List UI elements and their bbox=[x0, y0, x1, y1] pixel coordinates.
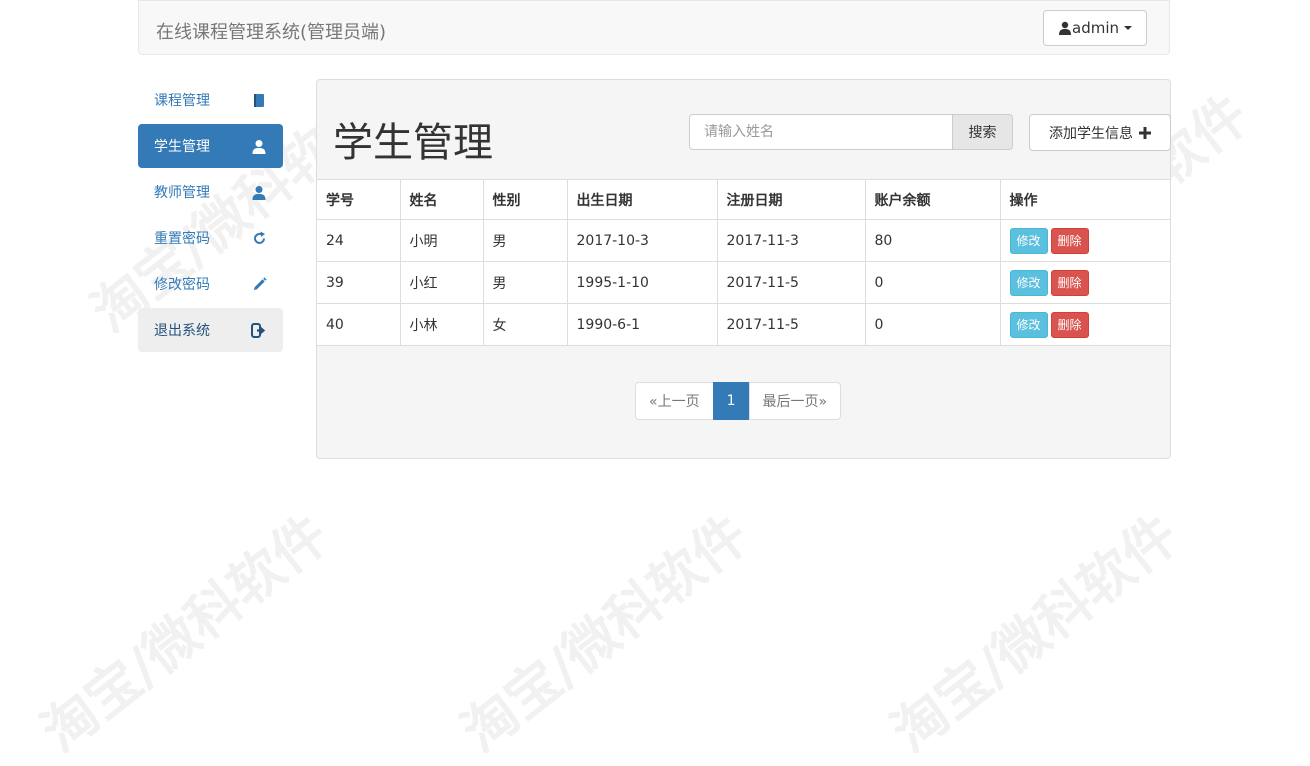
edit-button[interactable]: 修改 bbox=[1009, 311, 1048, 338]
search-button[interactable]: 搜索 bbox=[953, 114, 1013, 150]
sidebar-item-teachers[interactable]: 教师管理 bbox=[138, 170, 283, 214]
cell-balance: 0 bbox=[864, 303, 1001, 346]
column-header: 出生日期 bbox=[566, 179, 718, 220]
top-navbar: 在线课程管理系统(管理员端) admin bbox=[138, 0, 1170, 55]
add-student-label: 添加学生信息 bbox=[1049, 125, 1133, 142]
sidebar-item-label: 课程管理 bbox=[154, 93, 210, 109]
logout-icon bbox=[251, 322, 267, 338]
sidebar-item-label: 修改密码 bbox=[154, 277, 210, 293]
add-student-button[interactable]: 添加学生信息 bbox=[1029, 114, 1171, 151]
cell-actions: 修改 删除 bbox=[999, 219, 1170, 262]
cell-birth-date: 1990-6-1 bbox=[566, 303, 718, 346]
cell-gender: 男 bbox=[482, 261, 568, 304]
cell-student-id: 39 bbox=[317, 261, 401, 304]
cell-register-date: 2017-11-5 bbox=[716, 303, 866, 346]
user-icon bbox=[251, 184, 267, 200]
book-icon bbox=[251, 92, 267, 108]
column-header: 姓名 bbox=[399, 179, 484, 220]
cell-actions: 修改 删除 bbox=[999, 303, 1170, 346]
sidebar-item-courses[interactable]: 课程管理 bbox=[138, 78, 283, 122]
watermark: 淘宝/微科软件 bbox=[880, 502, 1190, 765]
page-title: 学生管理 bbox=[333, 120, 493, 166]
table-row: 40 小林 女 1990-6-1 2017-11-5 0 修改 删除 bbox=[317, 303, 1170, 346]
sidebar-item-logout[interactable]: 退出系统 bbox=[138, 308, 283, 352]
cell-name: 小林 bbox=[399, 303, 484, 346]
column-header: 学号 bbox=[317, 179, 401, 220]
user-menu-button[interactable]: admin bbox=[1043, 10, 1147, 46]
user-icon bbox=[1059, 21, 1071, 35]
cell-balance: 80 bbox=[864, 219, 1001, 262]
sidebar-item-reset-password[interactable]: 重置密码 bbox=[138, 216, 283, 260]
cell-actions: 修改 删除 bbox=[999, 261, 1170, 304]
cell-birth-date: 1995-1-10 bbox=[566, 261, 718, 304]
cell-register-date: 2017-11-5 bbox=[716, 261, 866, 304]
sidebar-item-label: 教师管理 bbox=[154, 185, 210, 201]
sidebar-item-students[interactable]: 学生管理 bbox=[138, 124, 283, 168]
refresh-icon bbox=[251, 230, 267, 246]
pagination: «上一页 1 最后一页» bbox=[635, 382, 842, 420]
search-group: 搜索 bbox=[689, 114, 1013, 150]
column-header: 账户余额 bbox=[864, 179, 1001, 220]
cell-gender: 男 bbox=[482, 219, 568, 262]
delete-button[interactable]: 删除 bbox=[1050, 269, 1089, 296]
cell-birth-date: 2017-10-3 bbox=[566, 219, 718, 262]
sidebar-item-label: 退出系统 bbox=[154, 323, 210, 339]
cell-student-id: 24 bbox=[317, 219, 401, 262]
cell-register-date: 2017-11-3 bbox=[716, 219, 866, 262]
edit-button[interactable]: 修改 bbox=[1009, 227, 1048, 254]
delete-button[interactable]: 删除 bbox=[1050, 311, 1089, 338]
delete-button[interactable]: 删除 bbox=[1050, 227, 1089, 254]
main-panel: 学生管理 搜索 添加学生信息 学号 姓名 性别 出生日期 注册日期 账户余额 操… bbox=[316, 79, 1171, 459]
user-name: admin bbox=[1072, 19, 1119, 37]
sidebar-item-label: 学生管理 bbox=[154, 139, 210, 155]
cell-name: 小红 bbox=[399, 261, 484, 304]
column-header: 注册日期 bbox=[716, 179, 866, 220]
table-row: 24 小明 男 2017-10-3 2017-11-3 80 修改 删除 bbox=[317, 219, 1170, 262]
cell-student-id: 40 bbox=[317, 303, 401, 346]
column-header: 性别 bbox=[482, 179, 568, 220]
user-icon bbox=[251, 138, 267, 154]
table-header-row: 学号 姓名 性别 出生日期 注册日期 账户余额 操作 bbox=[317, 179, 1170, 220]
sidebar: 课程管理 学生管理 教师管理 重置密码 修改密码 退出系统 bbox=[138, 78, 283, 354]
students-table: 学号 姓名 性别 出生日期 注册日期 账户余额 操作 24 小明 男 2017-… bbox=[317, 179, 1170, 346]
sidebar-item-change-password[interactable]: 修改密码 bbox=[138, 262, 283, 306]
pencil-icon bbox=[251, 276, 267, 292]
app-brand[interactable]: 在线课程管理系统(管理员端) bbox=[156, 18, 386, 44]
search-input[interactable] bbox=[689, 114, 953, 150]
last-page-link[interactable]: 最后一页» bbox=[748, 382, 842, 420]
prev-page-link[interactable]: «上一页 bbox=[635, 382, 714, 420]
plus-icon bbox=[1139, 126, 1151, 139]
page-link-current[interactable]: 1 bbox=[712, 382, 750, 420]
edit-button[interactable]: 修改 bbox=[1009, 269, 1048, 296]
cell-gender: 女 bbox=[482, 303, 568, 346]
watermark: 淘宝/微科软件 bbox=[30, 502, 340, 765]
table-row: 39 小红 男 1995-1-10 2017-11-5 0 修改 删除 bbox=[317, 261, 1170, 304]
sidebar-item-label: 重置密码 bbox=[154, 231, 210, 247]
caret-down-icon bbox=[1124, 26, 1132, 30]
cell-balance: 0 bbox=[864, 261, 1001, 304]
cell-name: 小明 bbox=[399, 219, 484, 262]
watermark: 淘宝/微科软件 bbox=[450, 502, 760, 765]
column-header: 操作 bbox=[999, 179, 1170, 220]
